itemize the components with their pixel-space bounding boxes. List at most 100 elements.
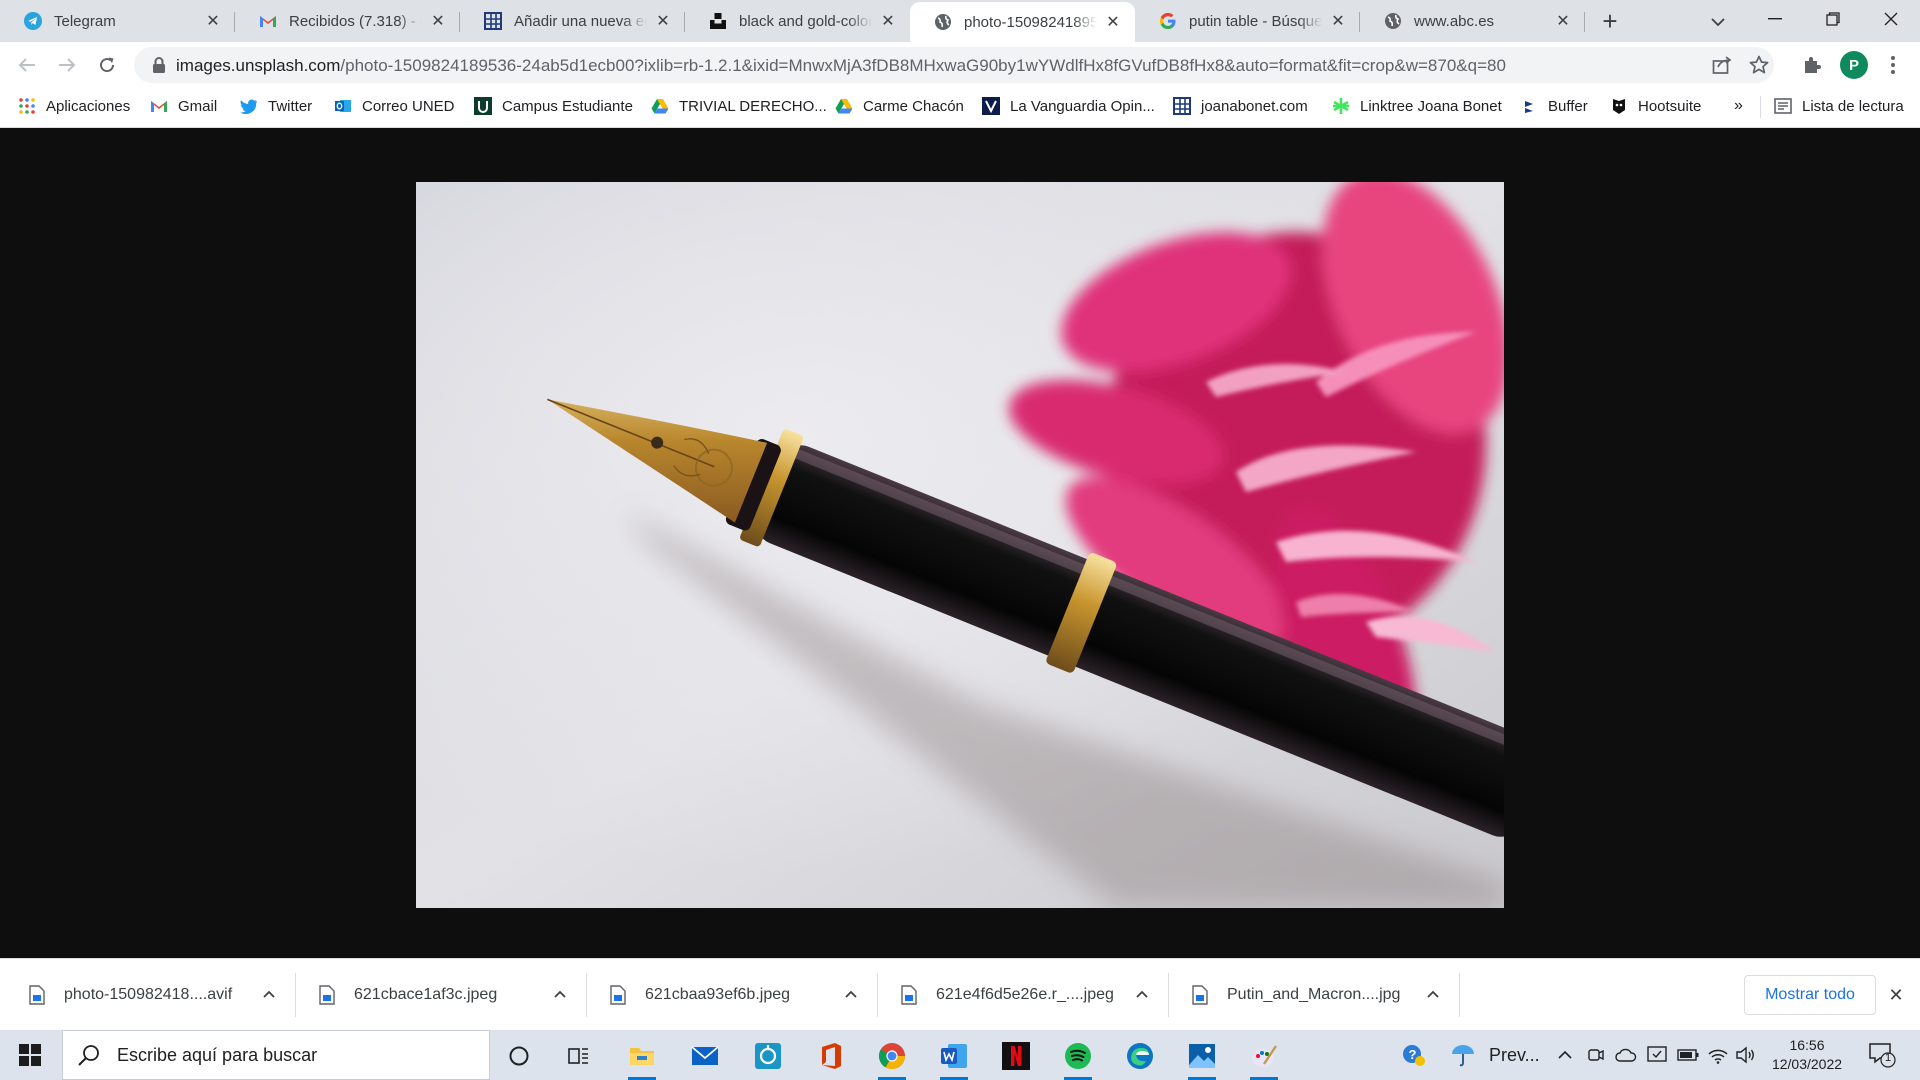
tab-search-chevron-icon[interactable] xyxy=(1706,10,1730,34)
address-bar[interactable]: images.unsplash.com/photo-1509824189536-… xyxy=(134,47,1774,83)
fountain-pen-flower-photo[interactable] xyxy=(416,182,1504,908)
help-icon[interactable]: ? xyxy=(1400,1043,1428,1067)
url-path: /photo-1509824189536-24ab5d1ecb00?ixlib=… xyxy=(340,56,1506,75)
bookmark-vanguardia[interactable]: La Vanguardia Opin... xyxy=(982,88,1155,124)
close-tab-icon[interactable]: ✕ xyxy=(203,11,223,31)
bookmark-linktree[interactable]: Linktree Joana Bonet xyxy=(1332,88,1502,124)
weather-label[interactable]: Prev... xyxy=(1489,1043,1540,1067)
close-tab-icon[interactable]: ✕ xyxy=(653,11,673,31)
show-all-downloads-button[interactable]: Mostrar todo xyxy=(1744,975,1876,1015)
bookmark-apps[interactable]: Aplicaciones xyxy=(18,88,130,124)
close-tab-icon[interactable]: ✕ xyxy=(1553,11,1573,31)
spotify-icon[interactable] xyxy=(1055,1036,1101,1080)
new-tab-button[interactable]: + xyxy=(1596,8,1624,36)
tab-gmail[interactable]: Recibidos (7.318) - ara ✕ xyxy=(235,0,460,42)
bookmark-trivial[interactable]: TRIVIAL DERECHO... xyxy=(651,88,827,124)
close-downloads-icon[interactable]: ✕ xyxy=(1886,985,1906,1005)
volume-icon[interactable] xyxy=(1734,1043,1758,1067)
bookmark-label: joanabonet.com xyxy=(1201,97,1308,115)
bookmark-twitter[interactable]: Twitter xyxy=(240,88,312,124)
chevron-up-icon[interactable] xyxy=(842,985,860,1003)
tab-photo-active[interactable]: photo-1509824189536 ✕ xyxy=(910,2,1135,42)
apps-grid-icon xyxy=(18,97,36,115)
task-view-icon[interactable] xyxy=(556,1036,602,1076)
bookmark-carme[interactable]: Carme Chacón xyxy=(835,88,964,124)
bookmark-hootsuite[interactable]: Hootsuite xyxy=(1610,88,1701,124)
weather-umbrella-icon[interactable] xyxy=(1448,1043,1478,1067)
onedrive-icon[interactable] xyxy=(1614,1043,1638,1067)
chevron-up-icon[interactable] xyxy=(1424,985,1442,1003)
file-icon xyxy=(29,985,45,1005)
google-icon xyxy=(1159,12,1177,30)
tray-chevron-up-icon[interactable] xyxy=(1554,1043,1576,1067)
taskbar-clock[interactable]: 16:56 12/03/2022 xyxy=(1764,1036,1850,1074)
notification-center-icon[interactable]: 1 xyxy=(1868,1042,1896,1068)
close-tab-icon[interactable]: ✕ xyxy=(1328,11,1348,31)
lock-icon[interactable] xyxy=(152,57,166,73)
globe-icon xyxy=(1384,12,1402,30)
bookmark-correo-uned[interactable]: Correo UNED xyxy=(334,88,455,124)
edge-icon[interactable] xyxy=(1117,1036,1163,1076)
google-drive-icon xyxy=(651,97,669,115)
meet-now-icon[interactable] xyxy=(1585,1043,1607,1067)
download-item[interactable]: 621cbace1af3c.jpeg xyxy=(296,959,587,1031)
menu-kebab-icon[interactable] xyxy=(1879,51,1907,79)
bookmarks-divider xyxy=(1760,96,1761,118)
url-text[interactable]: images.unsplash.com/photo-1509824189536-… xyxy=(176,56,1506,76)
reading-list-label: Lista de lectura xyxy=(1802,97,1904,115)
office-icon[interactable] xyxy=(808,1036,854,1076)
tab-new-entry[interactable]: Añadir una nueva entrada ✕ xyxy=(460,0,685,42)
minimize-icon[interactable] xyxy=(1747,0,1803,38)
company-portal-icon[interactable] xyxy=(745,1036,791,1076)
restore-icon[interactable] xyxy=(1805,0,1861,38)
battery-icon[interactable] xyxy=(1676,1043,1700,1067)
tab-google-search[interactable]: putin table - Búsqueda ✕ xyxy=(1135,0,1360,42)
network-settings-icon[interactable] xyxy=(1645,1043,1669,1067)
bookmark-gmail[interactable]: Gmail xyxy=(150,88,217,124)
bookmark-star-icon[interactable] xyxy=(1748,54,1770,76)
close-tab-icon[interactable]: ✕ xyxy=(428,11,448,31)
chevron-up-icon[interactable] xyxy=(260,985,278,1003)
browser-toolbar: images.unsplash.com/photo-1509824189536-… xyxy=(0,42,1920,88)
netflix-icon[interactable] xyxy=(993,1036,1039,1076)
windows-start-icon[interactable] xyxy=(10,1040,50,1070)
forward-arrow-icon[interactable] xyxy=(53,51,81,79)
extensions-puzzle-icon[interactable] xyxy=(1798,51,1826,79)
download-item[interactable]: photo-150982418....avif xyxy=(0,959,296,1031)
clock-date: 12/03/2022 xyxy=(1771,1056,1843,1072)
close-window-icon[interactable] xyxy=(1863,0,1919,38)
cortana-icon[interactable] xyxy=(496,1036,542,1076)
share-icon[interactable] xyxy=(1711,54,1733,76)
word-icon[interactable] xyxy=(931,1036,977,1080)
file-explorer-icon[interactable] xyxy=(619,1036,665,1080)
download-item[interactable]: 621e4f6d5e26e.r_....jpeg xyxy=(878,959,1169,1031)
chevron-up-icon[interactable] xyxy=(551,985,569,1003)
bookmark-buffer[interactable]: Buffer xyxy=(1520,88,1588,124)
reload-icon[interactable] xyxy=(93,51,121,79)
taskbar-search-box[interactable]: Escribe aquí para buscar xyxy=(62,1030,490,1080)
mail-icon[interactable] xyxy=(682,1036,728,1076)
chevron-up-icon[interactable] xyxy=(1133,985,1151,1003)
close-tab-icon[interactable]: ✕ xyxy=(878,11,898,31)
photos-icon[interactable] xyxy=(1179,1036,1225,1080)
bookmark-campus[interactable]: Campus Estudiante xyxy=(474,88,633,124)
file-icon xyxy=(319,985,335,1005)
download-item[interactable]: Putin_and_Macron....jpg xyxy=(1169,959,1460,1031)
profile-avatar[interactable]: P xyxy=(1840,51,1868,79)
wifi-icon[interactable] xyxy=(1706,1043,1730,1067)
paint-icon[interactable] xyxy=(1241,1036,1287,1080)
back-arrow-icon[interactable] xyxy=(13,51,41,79)
bookmark-joanabonet[interactable]: joanabonet.com xyxy=(1173,88,1308,124)
bookmarks-overflow-button[interactable]: » xyxy=(1734,88,1743,124)
tab-unsplash-search[interactable]: black and gold-colored ✕ xyxy=(685,0,910,42)
tab-title: Recibidos (7.318) - ara xyxy=(289,12,422,30)
tab-abc[interactable]: www.abc.es ✕ xyxy=(1360,0,1585,42)
reading-list-button[interactable]: Lista de lectura xyxy=(1774,88,1904,124)
tab-telegram[interactable]: Telegram ✕ xyxy=(0,0,235,42)
unsplash-icon xyxy=(709,12,727,30)
wordpress-grid-icon xyxy=(1173,97,1191,115)
close-tab-icon[interactable]: ✕ xyxy=(1103,12,1123,32)
chrome-icon[interactable] xyxy=(869,1036,915,1080)
download-item[interactable]: 621cbaa93ef6b.jpeg xyxy=(587,959,878,1031)
taskbar-search-placeholder: Escribe aquí para buscar xyxy=(117,1044,318,1065)
